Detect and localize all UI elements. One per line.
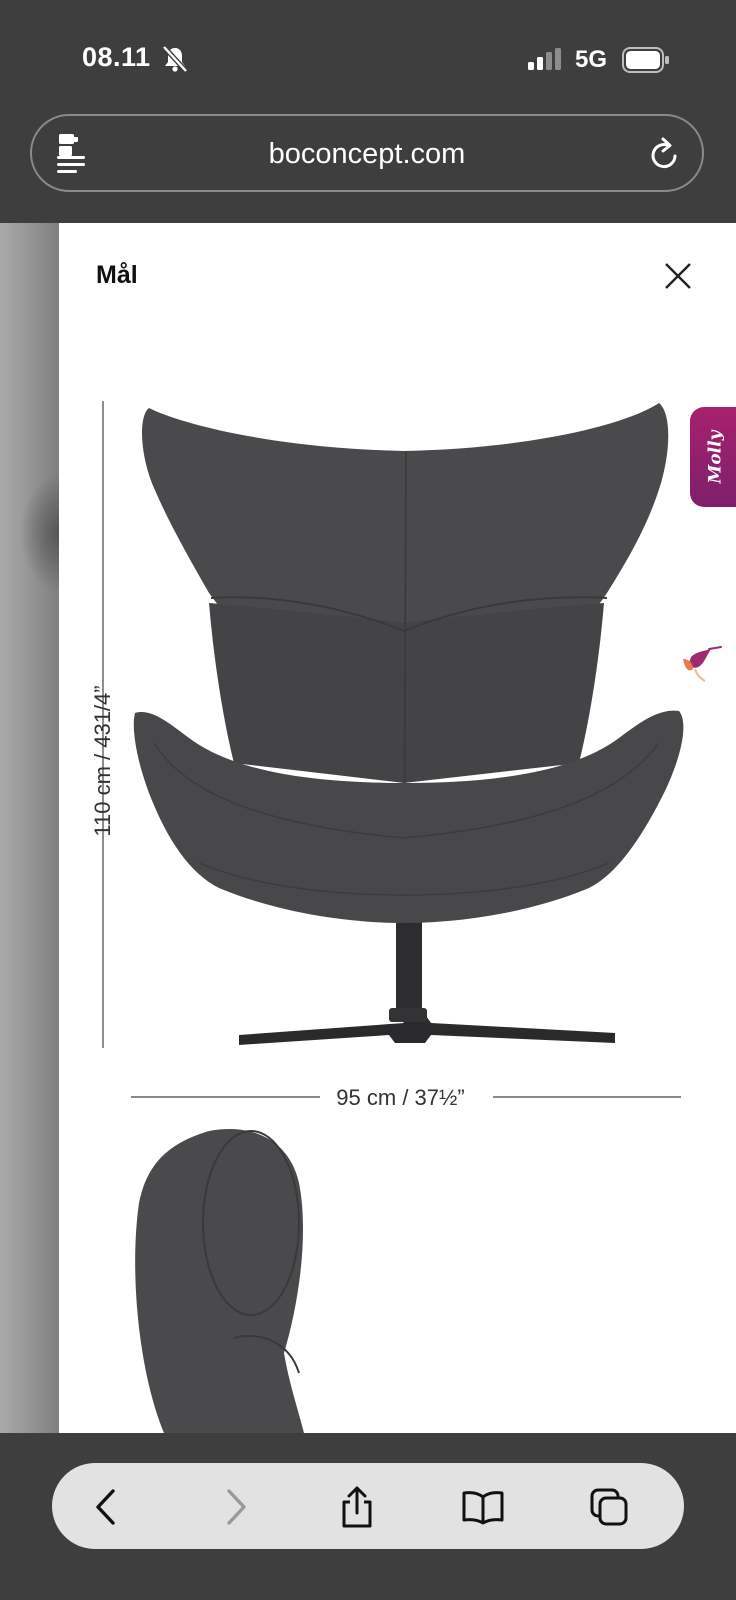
reload-icon[interactable] (648, 136, 682, 172)
chair-base (239, 918, 615, 1045)
signal-icon (528, 48, 561, 70)
chair-side-view (135, 1128, 304, 1433)
share-button[interactable] (335, 1485, 379, 1529)
bookmarks-button[interactable] (461, 1485, 505, 1529)
toolbar-pill (52, 1463, 684, 1549)
back-icon[interactable] (93, 1488, 119, 1526)
dimensions-sheet: Mål 110 cm / 431/4” 95 cm / 37½” Molly (59, 223, 736, 1433)
width-label: 95 cm / 37½” (320, 1085, 481, 1110)
forward-icon[interactable] (223, 1488, 249, 1526)
tabs-icon[interactable] (589, 1487, 629, 1527)
chat-tab-molly[interactable]: Molly (690, 407, 736, 507)
height-label: 110 cm / 431/4” (90, 685, 115, 837)
url-text[interactable]: boconcept.com (32, 138, 702, 171)
browser-toolbar (0, 1433, 736, 1600)
hummingbird-icon[interactable] (679, 643, 723, 683)
bookmarks-icon[interactable] (461, 1489, 505, 1525)
share-icon[interactable] (339, 1486, 375, 1528)
address-bar[interactable]: boconcept.com (30, 114, 704, 192)
status-time: 08.11 (82, 42, 151, 72)
back-button[interactable] (84, 1485, 128, 1529)
chat-tab-label: Molly (705, 430, 726, 484)
width-label-wrap: 95 cm / 37½” (59, 1085, 736, 1111)
forward-button[interactable] (214, 1485, 258, 1529)
bell-slash-icon (162, 45, 188, 73)
chair-dimension-drawing (102, 401, 684, 1433)
status-bar: 08.11 5G (0, 0, 736, 110)
battery-icon (622, 47, 669, 73)
background-page-edge (0, 223, 60, 1433)
network-type: 5G (575, 46, 608, 73)
tabs-button[interactable] (587, 1485, 631, 1529)
